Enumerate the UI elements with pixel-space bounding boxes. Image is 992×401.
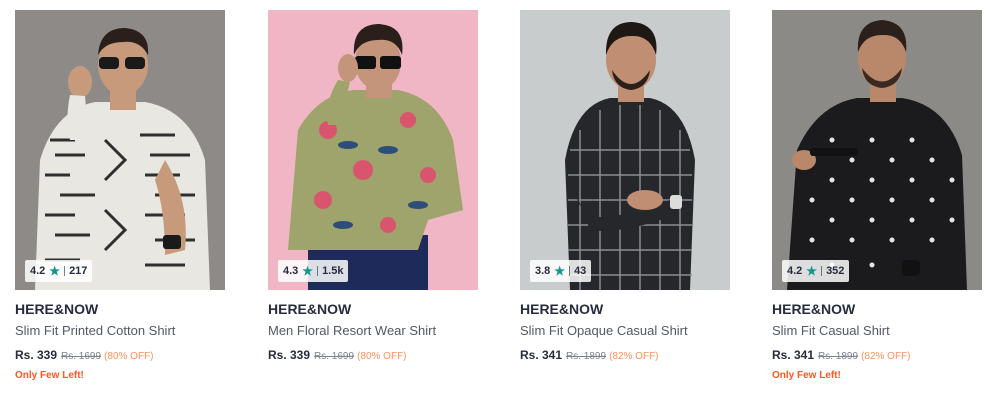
product-brand: HERE&NOW [772,301,856,317]
product-info[interactable]: HERE&NOW Slim Fit Opaque Casual Shirt Rs… [520,290,730,384]
product-photo [520,10,730,290]
rating-count: 352 [826,265,845,277]
product-brand: HERE&NOW [268,301,352,317]
rating-count: 217 [69,265,88,277]
star-icon: ★ [554,264,566,278]
rating-divider [569,266,571,276]
product-mrp: Rs. 1699 [314,351,355,362]
product-price: Rs. 339 [268,348,311,362]
product-discount: (82% OFF) [861,351,911,362]
product-image[interactable]: 4.2 ★ 352 [772,10,982,290]
rating-value: 3.8 [535,265,551,277]
product-image[interactable]: 4.3 ★ 1.5k [268,10,478,290]
product-photo [772,10,982,290]
product-card[interactable]: 3.8 ★ 43 HERE&NOW Slim Fit Opaque Casual… [520,10,730,390]
stock-note [520,370,730,384]
product-image[interactable]: 3.8 ★ 43 [520,10,730,290]
product-discount: (82% OFF) [609,351,659,362]
product-info[interactable]: HERE&NOW Men Floral Resort Wear Shirt Rs… [268,290,478,384]
product-price: Rs. 341 [772,348,815,362]
price-row: Rs. 341 Rs. 1899 (82% OFF) [520,346,730,364]
product-mrp: Rs. 1899 [818,351,859,362]
price-row: Rs. 339 Rs. 1699 (80% OFF) [15,346,225,364]
product-brand: HERE&NOW [520,301,604,317]
product-name: Slim Fit Opaque Casual Shirt [520,323,688,338]
star-icon: ★ [49,264,61,278]
product-photo [15,10,225,290]
rating-count: 1.5k [322,265,344,277]
rating-divider [317,266,319,276]
product-mrp: Rs. 1899 [566,351,607,362]
product-price: Rs. 341 [520,348,563,362]
rating-value: 4.2 [30,265,46,277]
product-discount: (80% OFF) [357,351,407,362]
product-card[interactable]: 4.3 ★ 1.5k HERE&NOW Men Floral Resort We… [268,10,478,390]
rating-badge: 4.2 ★ 217 [25,260,93,282]
price-row: Rs. 339 Rs. 1699 (80% OFF) [268,346,478,364]
star-icon: ★ [302,264,314,278]
rating-value: 4.2 [787,265,803,277]
product-card[interactable]: 4.2 ★ 217 HERE&NOW Slim Fit Printed Cott… [15,10,225,390]
product-mrp: Rs. 1699 [61,351,102,362]
stock-note: Only Few Left! [772,370,841,381]
product-info[interactable]: HERE&NOW Slim Fit Casual Shirt Rs. 341 Rs… [772,290,982,384]
product-discount: (80% OFF) [104,351,154,362]
rating-divider [64,266,66,276]
price-row: Rs. 341 Rs. 1899 (82% OFF) [772,346,982,364]
stock-note [268,370,478,384]
product-image[interactable]: 4.2 ★ 217 [15,10,225,290]
product-info[interactable]: HERE&NOW Slim Fit Printed Cotton Shirt R… [15,290,225,384]
rating-value: 4.3 [283,265,299,277]
product-grid: 4.2 ★ 217 HERE&NOW Slim Fit Printed Cott… [0,0,992,401]
product-card[interactable]: 4.2 ★ 352 HERE&NOW Slim Fit Casual Shirt… [772,10,982,390]
product-price: Rs. 339 [15,348,58,362]
product-name: Slim Fit Printed Cotton Shirt [15,323,176,338]
product-photo [268,10,478,290]
product-name: Slim Fit Casual Shirt [772,323,890,338]
product-name: Men Floral Resort Wear Shirt [268,323,437,338]
rating-badge: 4.2 ★ 352 [782,260,850,282]
rating-count: 43 [574,265,587,277]
rating-divider [821,266,823,276]
rating-badge: 4.3 ★ 1.5k [278,260,349,282]
product-brand: HERE&NOW [15,301,99,317]
star-icon: ★ [806,264,818,278]
rating-badge: 3.8 ★ 43 [530,260,592,282]
stock-note: Only Few Left! [15,370,84,381]
